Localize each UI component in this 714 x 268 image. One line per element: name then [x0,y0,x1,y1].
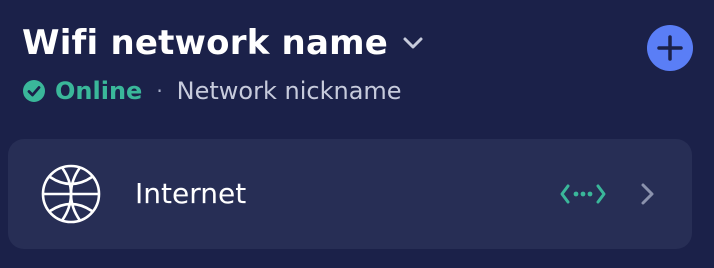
chevron-down-icon[interactable] [400,30,426,56]
network-selector[interactable]: Wifi network name [22,20,426,66]
network-status: Online · Network nickname [22,76,402,106]
chevron-right-icon [641,183,654,205]
internet-label: Internet [135,177,247,210]
add-button[interactable] [647,25,693,71]
globe-icon [41,164,101,224]
connection-dots-icon [560,184,606,204]
internet-card[interactable]: Internet [8,139,692,249]
status-online-text: Online [55,77,143,105]
plus-icon [657,35,683,61]
network-name: Wifi network name [22,23,388,63]
network-nickname: Network nickname [176,77,402,105]
check-circle-icon [22,79,46,103]
separator-dot: · [156,79,163,103]
